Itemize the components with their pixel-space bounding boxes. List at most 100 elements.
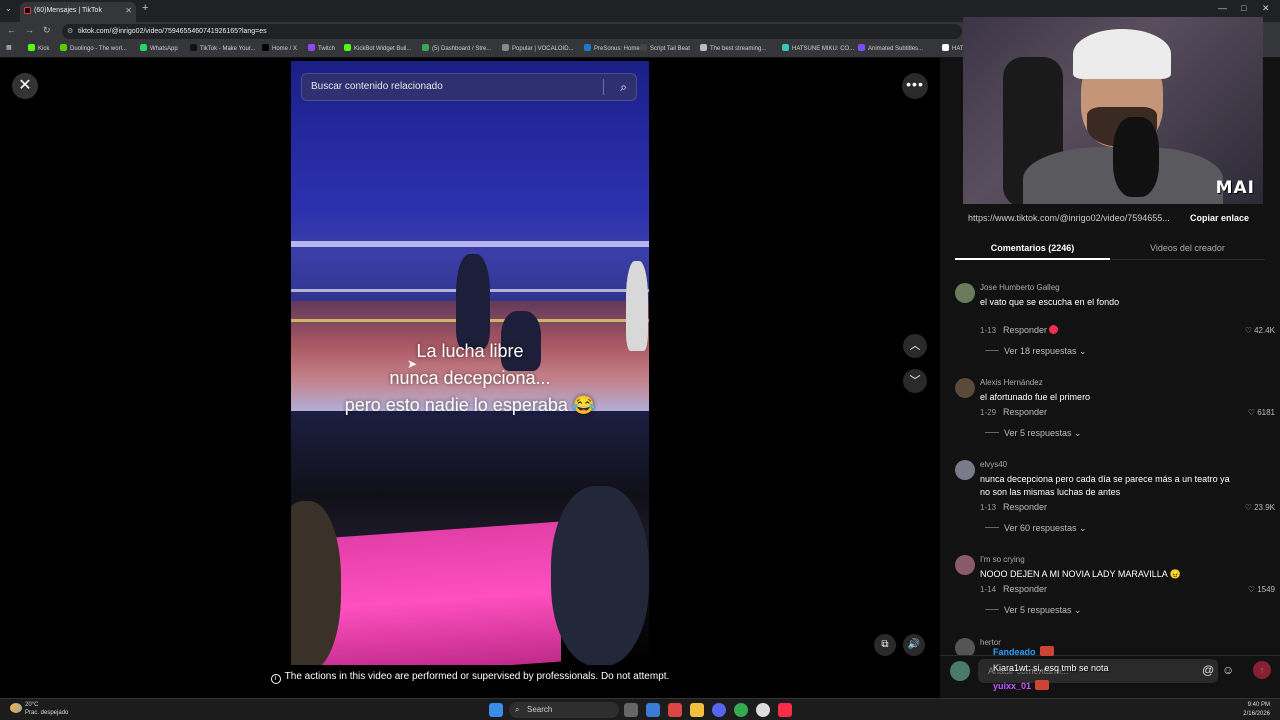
like-button[interactable]: ♡ 42.4K xyxy=(1245,326,1275,335)
bookmark-favicon-icon xyxy=(858,44,865,51)
apple-music-icon[interactable] xyxy=(778,703,792,717)
back-icon[interactable]: ← xyxy=(7,25,16,35)
comment-username[interactable]: Alexis Hernández xyxy=(980,378,1043,387)
mention-icon[interactable]: @ xyxy=(1202,663,1214,677)
webcam-overlay: MAI xyxy=(963,17,1263,204)
bookmark-label: Duolingo - The worl... xyxy=(70,46,127,52)
discord-icon[interactable] xyxy=(712,703,726,717)
bookmark-item[interactable]: The best streaming... xyxy=(700,44,766,52)
like-button[interactable]: ♡ 1549 xyxy=(1248,585,1275,594)
ring-rope-top xyxy=(291,241,649,247)
new-tab-icon[interactable]: + xyxy=(142,2,148,14)
comment-text: el vato que se escucha en el fondo xyxy=(980,297,1120,307)
avatar[interactable] xyxy=(955,555,975,575)
bookmark-item[interactable]: Popular | VOCALOID... xyxy=(502,44,574,52)
close-video-button[interactable]: ✕ xyxy=(12,73,38,99)
edge-icon[interactable] xyxy=(646,703,660,717)
volume-icon[interactable]: 🔊 xyxy=(903,634,925,656)
related-search-input[interactable]: Buscar contenido relacionado ⌕ xyxy=(301,73,637,101)
share-url[interactable]: https://www.tiktok.com/@inrigo02/video/7… xyxy=(968,213,1182,223)
taskbar-clock[interactable]: 9:40 PM 2/16/2026 xyxy=(1243,701,1270,719)
reply-button[interactable]: Responder xyxy=(1003,502,1047,512)
bookmark-item[interactable]: Duolingo - The worl... xyxy=(60,44,127,52)
view-replies-button[interactable]: Ver 60 respuestas ⌄ xyxy=(985,523,1087,534)
reply-button[interactable]: Responder xyxy=(1003,584,1047,594)
avatar[interactable] xyxy=(955,378,975,398)
reply-button[interactable]: Responder xyxy=(1003,407,1047,417)
view-replies-button[interactable]: Ver 5 respuestas ⌄ xyxy=(985,428,1082,439)
spectator-head xyxy=(551,486,649,665)
weather-icon xyxy=(10,703,22,713)
reload-icon[interactable]: ↻ xyxy=(43,25,51,36)
search-icon[interactable]: ⌕ xyxy=(620,74,627,100)
bookmark-item[interactable]: (5) Dashboard / Stre... xyxy=(422,44,491,52)
comment-username[interactable]: Jose Humberto Galleg xyxy=(980,283,1060,292)
bookmark-item[interactable]: Animated Subtitles... xyxy=(858,44,923,52)
like-button[interactable]: ♡ 6181 xyxy=(1248,408,1275,417)
bookmark-item[interactable]: TikTok - Make Your... xyxy=(190,44,255,52)
next-video-button[interactable]: ﹀ xyxy=(903,369,927,393)
bookmark-item[interactable]: PreSonus: Home xyxy=(584,44,640,52)
weather-desc: Prac. despejado xyxy=(25,710,69,716)
previous-video-button[interactable]: ︿ xyxy=(903,334,927,358)
chatgpt-icon[interactable] xyxy=(756,703,770,717)
bookmark-label: Kick xyxy=(38,46,50,52)
bookmark-favicon-icon xyxy=(782,44,789,51)
task-view-icon[interactable] xyxy=(624,703,638,717)
creator-liked-icon xyxy=(1049,325,1059,334)
site-info-icon[interactable]: ⚙ xyxy=(67,24,73,39)
taskbar-search[interactable]: ⌕ Search xyxy=(509,702,619,718)
like-count: 1549 xyxy=(1257,585,1275,594)
bookmark-item[interactable]: Twitch xyxy=(308,44,335,52)
browser-tab[interactable]: (60)Mensajes | TikTok ✕ xyxy=(20,2,136,22)
minimize-icon[interactable]: — xyxy=(1218,3,1227,13)
bookmark-favicon-icon xyxy=(942,44,949,51)
stream-chat-message: Kiara1wt: si, esq tmb se nota xyxy=(993,663,1109,673)
apps-icon[interactable]: ▦ xyxy=(6,44,12,51)
view-replies-button[interactable]: Ver 5 respuestas ⌄ xyxy=(985,605,1082,616)
clock-time: 9:40 PM xyxy=(1247,702,1270,708)
floating-player-icon[interactable]: ⧉ xyxy=(874,634,896,656)
tab-close-icon[interactable]: ✕ xyxy=(125,2,132,20)
comment-username[interactable]: I'm so crying xyxy=(980,555,1025,564)
avatar[interactable] xyxy=(955,460,975,480)
bookmark-label: The best streaming... xyxy=(710,46,767,52)
like-count: 6181 xyxy=(1257,408,1275,417)
video-player[interactable]: Buscar contenido relacionado ⌕ La lucha … xyxy=(291,61,649,665)
bookmark-item[interactable]: Kick xyxy=(28,44,49,52)
emoji-icon[interactable]: ☺ xyxy=(1222,663,1234,677)
copy-link-button[interactable]: Copiar enlace xyxy=(1190,213,1249,223)
bookmark-item[interactable]: Home / X xyxy=(262,44,297,52)
file-explorer-icon[interactable] xyxy=(690,703,704,717)
bookmark-item[interactable]: Script Tail Beat xyxy=(640,44,690,52)
tab-creator-videos[interactable]: Videos del creador xyxy=(1110,243,1265,253)
clock-date: 2/16/2026 xyxy=(1243,711,1270,717)
avatar[interactable] xyxy=(955,283,975,303)
windows-start-icon[interactable] xyxy=(489,703,503,717)
app-icon[interactable] xyxy=(668,703,682,717)
bookmark-favicon-icon xyxy=(700,44,707,51)
bookmark-item[interactable]: WhatsApp xyxy=(140,44,178,52)
maximize-icon[interactable]: □ xyxy=(1241,3,1246,13)
send-comment-button[interactable]: ↑ xyxy=(1253,661,1271,679)
view-replies-label: Ver 5 respuestas xyxy=(1004,605,1072,615)
window-close-icon[interactable]: ✕ xyxy=(1262,3,1270,14)
like-button[interactable]: ♡ 23.9K xyxy=(1245,503,1275,512)
tab-comments[interactable]: Comentarios (2246) xyxy=(955,243,1110,253)
more-options-button[interactable]: ••• xyxy=(902,73,928,99)
forward-icon[interactable]: → xyxy=(25,25,34,35)
active-tab-indicator xyxy=(955,258,1110,260)
bookmark-label: (5) Dashboard / Stre... xyxy=(432,46,492,52)
video-caption-overlay: La lucha libre nunca decepciona... pero … xyxy=(291,338,649,419)
chrome-icon[interactable] xyxy=(734,703,748,717)
view-replies-button[interactable]: Ver 18 respuestas ⌄ xyxy=(985,346,1087,357)
bookmark-label: Twitch xyxy=(318,46,336,52)
tab-list-icon[interactable]: ⌄ xyxy=(5,4,12,13)
bookmark-item[interactable]: KickBot Widget Buil... xyxy=(344,44,411,52)
comment-username[interactable]: elvys40 xyxy=(980,460,1007,469)
bookmark-item[interactable]: HATSUNE MIKU: CO... xyxy=(782,44,854,52)
url-field[interactable]: ⚙ tiktok.com/@inrigo02/video/75946554607… xyxy=(62,24,962,39)
tab-title: (60)Mensajes | TikTok xyxy=(34,7,102,14)
reply-button[interactable]: Responder xyxy=(1003,325,1059,335)
caption-line: La lucha libre xyxy=(416,341,524,361)
